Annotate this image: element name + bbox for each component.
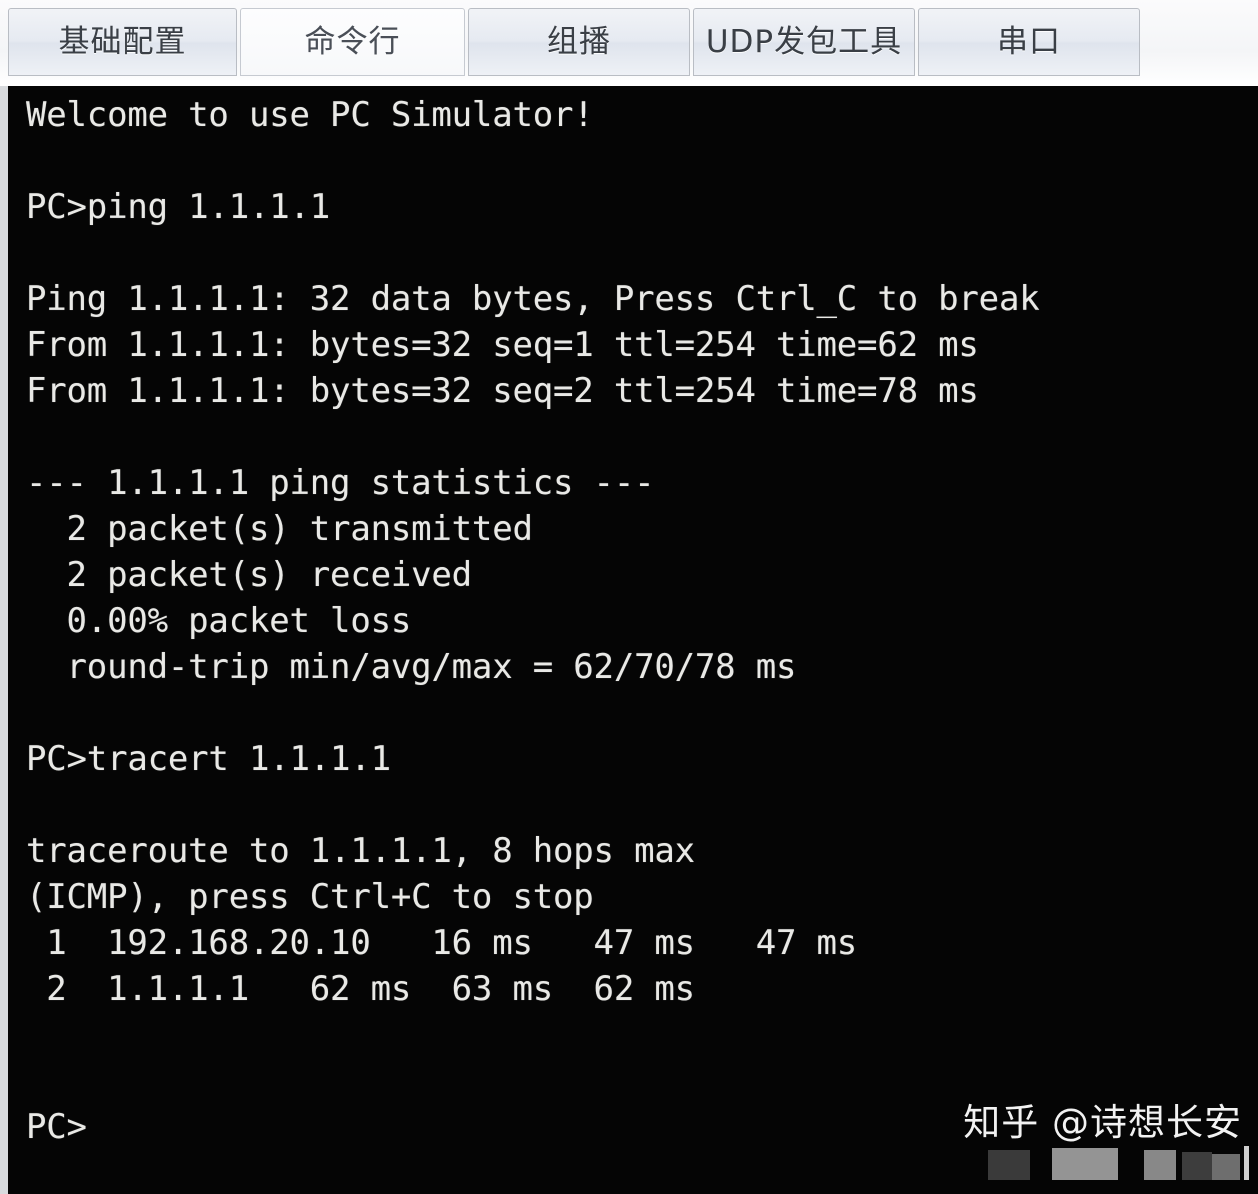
tab-strip: 基础配置 命令行 组播 UDP发包工具 串口 <box>0 8 1258 78</box>
obscured-ui-blocks <box>982 1146 1250 1188</box>
obscured-block <box>1182 1152 1212 1180</box>
watermark-text: 知乎 @诗想长安 <box>963 1101 1242 1144</box>
tab-basic-config[interactable]: 基础配置 <box>8 8 237 76</box>
tab-bar: 基础配置 命令行 组播 UDP发包工具 串口 <box>0 0 1258 86</box>
terminal-output: Welcome to use PC Simulator! PC>ping 1.1… <box>26 95 1040 1147</box>
tab-command-line-label: 命令行 <box>304 23 401 60</box>
obscured-block <box>1144 1150 1176 1180</box>
tab-multicast[interactable]: 组播 <box>468 8 690 76</box>
tab-udp-tool-label: UDP发包工具 <box>705 23 903 60</box>
tab-serial-port[interactable]: 串口 <box>918 8 1140 76</box>
tab-serial-port-label: 串口 <box>997 23 1061 60</box>
obscured-block <box>1244 1146 1249 1180</box>
terminal-console[interactable]: Welcome to use PC Simulator! PC>ping 1.1… <box>8 86 1258 1194</box>
tab-multicast-label: 组播 <box>547 23 611 60</box>
obscured-block <box>988 1150 1030 1180</box>
tab-basic-config-label: 基础配置 <box>58 23 187 60</box>
obscured-block <box>1052 1148 1118 1180</box>
pc-simulator-window: 基础配置 命令行 组播 UDP发包工具 串口 Welcome to use PC… <box>0 0 1258 1194</box>
terminal-panel: Welcome to use PC Simulator! PC>ping 1.1… <box>0 86 1258 1194</box>
tab-command-line[interactable]: 命令行 <box>240 8 465 76</box>
obscured-block <box>1212 1154 1240 1180</box>
tab-udp-tool[interactable]: UDP发包工具 <box>693 8 915 76</box>
